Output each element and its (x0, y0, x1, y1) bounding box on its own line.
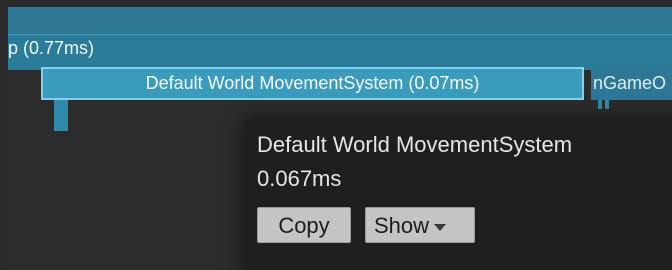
chevron-down-icon (434, 223, 447, 231)
parent-sample-bar[interactable]: p (0.77ms) (8, 34, 672, 70)
copy-button-label: Copy (278, 213, 330, 238)
selected-sample-label: Default World MovementSystem (0.07ms) (145, 73, 480, 93)
tooltip-sample-duration: 0.067ms (257, 166, 342, 191)
show-button-label: Show (374, 213, 430, 238)
child-sample-marker[interactable] (54, 100, 68, 131)
timeline-top-strip (8, 7, 672, 34)
selected-sample-bar[interactable]: Default World MovementSystem (0.07ms) (41, 67, 584, 100)
tooltip-sample-name: Default World MovementSystem (257, 132, 573, 157)
right-sample-bar[interactable]: nGameO (591, 67, 672, 100)
show-dropdown-button[interactable]: Show (365, 207, 475, 243)
copy-button[interactable]: Copy (257, 207, 351, 243)
child-sample-marker[interactable] (605, 100, 609, 109)
right-sample-label: nGameO (593, 73, 667, 93)
sample-tooltip: Default World MovementSystem 0.067ms Cop… (245, 120, 672, 270)
parent-sample-label: p (0.77ms) (8, 38, 95, 58)
child-sample-marker[interactable] (598, 100, 602, 109)
profiler-timeline: p (0.77ms) Default World MovementSystem … (8, 7, 672, 270)
